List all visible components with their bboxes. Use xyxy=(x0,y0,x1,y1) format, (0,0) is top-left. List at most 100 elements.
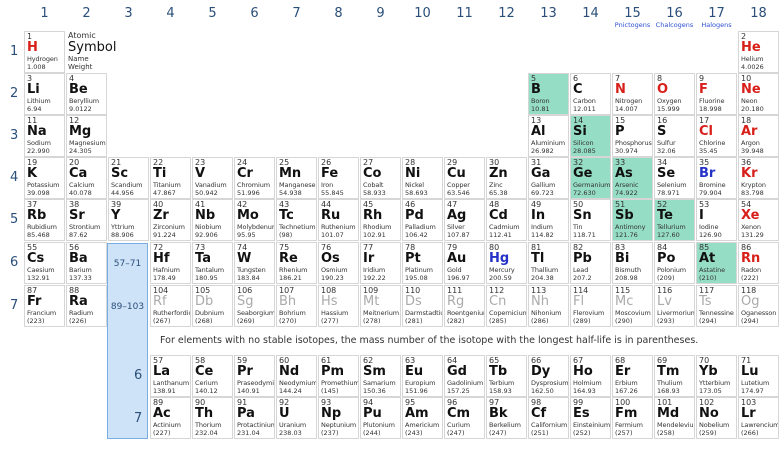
element-np[interactable]: 93 Np Neptunium (237) xyxy=(318,397,359,439)
element-pm[interactable]: 61 Pm Promethium (145) xyxy=(318,355,359,397)
element-pt[interactable]: 78 Pt Platinum 195.08 xyxy=(402,242,443,284)
element-ac[interactable]: 89 Ac Actinium (227) xyxy=(150,397,191,439)
element-re[interactable]: 75 Re Rhenium 186.21 xyxy=(276,242,317,284)
element-la[interactable]: 57 La Lanthanum 138.91 xyxy=(150,355,191,397)
element-gd[interactable]: 64 Gd Gadolinium 157.25 xyxy=(444,355,485,397)
element-cr[interactable]: 24 Cr Chromium 51.996 xyxy=(234,157,275,199)
element-ar[interactable]: 18 Ar Argon 39.948 xyxy=(738,115,779,157)
element-i[interactable]: 53 I Iodine 126.90 xyxy=(696,199,737,241)
element-mn[interactable]: 25 Mn Manganese 54.938 xyxy=(276,157,317,199)
element-he[interactable]: 2 He Helium 4.0026 xyxy=(738,31,779,73)
element-ne[interactable]: 10 Ne Neon 20.180 xyxy=(738,73,779,115)
element-w[interactable]: 74 W Tungsten 183.84 xyxy=(234,242,275,284)
element-ti[interactable]: 22 Ti Titanium 47.867 xyxy=(150,157,191,199)
element-ru[interactable]: 44 Ru Ruthenium 101.07 xyxy=(318,199,359,241)
element-te[interactable]: 52 Te Tellurium 127.60 xyxy=(654,199,695,241)
element-sc[interactable]: 21 Sc Scandium 44.956 xyxy=(108,157,149,199)
element-sr[interactable]: 38 Sr Strontium 87.62 xyxy=(66,199,107,241)
element-se[interactable]: 34 Se Selenium 78.971 xyxy=(654,157,695,199)
element-cs[interactable]: 55 Cs Caesium 132.91 xyxy=(24,242,65,284)
element-c[interactable]: 6 C Carbon 12.011 xyxy=(570,73,611,115)
element-bi[interactable]: 83 Bi Bismuth 208.98 xyxy=(612,242,653,284)
element-sb[interactable]: 51 Sb Antimony 121.76 xyxy=(612,199,653,241)
element-lr[interactable]: 103 Lr Lawrencium (266) xyxy=(738,397,779,439)
element-n[interactable]: 7 N Nitrogen 14.007 xyxy=(612,73,653,115)
element-fe[interactable]: 26 Fe Iron 55.845 xyxy=(318,157,359,199)
element-tl[interactable]: 81 Tl Thallium 204.38 xyxy=(528,242,569,284)
element-b[interactable]: 5 B Boron 10.81 xyxy=(528,73,569,115)
element-rh[interactable]: 45 Rh Rhodium 102.91 xyxy=(360,199,401,241)
element-o[interactable]: 8 O Oxygen 15.999 xyxy=(654,73,695,115)
element-rn[interactable]: 86 Rn Radon (222) xyxy=(738,242,779,284)
element-eu[interactable]: 63 Eu Europium 151.96 xyxy=(402,355,443,397)
element-po[interactable]: 84 Po Polonium (209) xyxy=(654,242,695,284)
element-sn[interactable]: 50 Sn Tin 118.71 xyxy=(570,199,611,241)
element-hg[interactable]: 80 Hg Mercury 200.59 xyxy=(486,242,527,284)
f-block-placeholder[interactable] xyxy=(107,243,148,439)
element-nd[interactable]: 60 Nd Neodymium 144.24 xyxy=(276,355,317,397)
element-ir[interactable]: 77 Ir Iridium 192.22 xyxy=(360,242,401,284)
element-ce[interactable]: 58 Ce Cerium 140.12 xyxy=(192,355,233,397)
element-cn[interactable]: 112 Cn Copernicium (285) xyxy=(486,285,527,327)
element-am[interactable]: 95 Am Americium (243) xyxy=(402,397,443,439)
element-ga[interactable]: 31 Ga Gallium 69.723 xyxy=(528,157,569,199)
element-p[interactable]: 15 P Phosphorus 30.974 xyxy=(612,115,653,157)
element-mo[interactable]: 42 Mo Molybdenum 95.95 xyxy=(234,199,275,241)
element-os[interactable]: 76 Os Osmium 190.23 xyxy=(318,242,359,284)
element-cl[interactable]: 17 Cl Chlorine 35.45 xyxy=(696,115,737,157)
element-k[interactable]: 19 K Potassium 39.098 xyxy=(24,157,65,199)
element-tc[interactable]: 43 Tc Technetium (98) xyxy=(276,199,317,241)
element-rf[interactable]: 104RfRutherfordium(267) xyxy=(150,285,191,327)
element-md[interactable]: 101MdMendelevium(258) xyxy=(654,397,695,439)
element-th[interactable]: 90 Th Thorium 232.04 xyxy=(192,397,233,439)
element-hf[interactable]: 72 Hf Hafnium 178.49 xyxy=(150,242,191,284)
element-ra[interactable]: 88 Ra Radium (226) xyxy=(66,285,107,327)
element-y[interactable]: 39 Y Yttrium 88.906 xyxy=(108,199,149,241)
element-lv[interactable]: 116 Lv Livermorium (293) xyxy=(654,285,695,327)
element-pa[interactable]: 91 Pa Protactinium 231.04 xyxy=(234,397,275,439)
element-zn[interactable]: 30 Zn Zinc 65.38 xyxy=(486,157,527,199)
element-sm[interactable]: 62 Sm Samarium 150.36 xyxy=(360,355,401,397)
element-ds[interactable]: 110DsDarmstadtium(281) xyxy=(402,285,443,327)
element-ta[interactable]: 73 Ta Tantalum 180.95 xyxy=(192,242,233,284)
element-bk[interactable]: 97 Bk Berkelium (247) xyxy=(486,397,527,439)
element-cu[interactable]: 29 Cu Copper 63.546 xyxy=(444,157,485,199)
element-br[interactable]: 35 Br Bromine 79.904 xyxy=(696,157,737,199)
element-yb[interactable]: 70 Yb Ytterbium 173.05 xyxy=(696,355,737,397)
element-na[interactable]: 11 Na Sodium 22.990 xyxy=(24,115,65,157)
element-nb[interactable]: 41 Nb Niobium 92.906 xyxy=(192,199,233,241)
element-at[interactable]: 85 At Astatine (210) xyxy=(696,242,737,284)
element-ba[interactable]: 56 Ba Barium 137.33 xyxy=(66,242,107,284)
element-pd[interactable]: 46 Pd Palladium 106.42 xyxy=(402,199,443,241)
element-pu[interactable]: 94 Pu Plutonium (244) xyxy=(360,397,401,439)
element-zr[interactable]: 40 Zr Zirconium 91.224 xyxy=(150,199,191,241)
element-cm[interactable]: 96 Cm Curium (247) xyxy=(444,397,485,439)
element-lu[interactable]: 71 Lu Lutetium 174.97 xyxy=(738,355,779,397)
element-dy[interactable]: 66 Dy Dysprosium 162.50 xyxy=(528,355,569,397)
element-tm[interactable]: 69 Tm Thulium 168.93 xyxy=(654,355,695,397)
element-tb[interactable]: 65 Tb Terbium 158.93 xyxy=(486,355,527,397)
element-u[interactable]: 92 U Uranium 238.03 xyxy=(276,397,317,439)
element-co[interactable]: 27 Co Cobalt 58.933 xyxy=(360,157,401,199)
element-fm[interactable]: 100 Fm Fermium (257) xyxy=(612,397,653,439)
element-no[interactable]: 102 No Nobelium (259) xyxy=(696,397,737,439)
element-li[interactable]: 3 Li Lithium 6.94 xyxy=(24,73,65,115)
element-si[interactable]: 14 Si Silicon 28.085 xyxy=(570,115,611,157)
element-mg[interactable]: 12 Mg Magnesium 24.305 xyxy=(66,115,107,157)
element-es[interactable]: 99 Es Einsteinium (252) xyxy=(570,397,611,439)
element-ni[interactable]: 28 Ni Nickel 58.693 xyxy=(402,157,443,199)
element-cd[interactable]: 48 Cd Cadmium 112.41 xyxy=(486,199,527,241)
element-ag[interactable]: 47 Ag Silver 107.87 xyxy=(444,199,485,241)
element-hs[interactable]: 108 Hs Hassium (277) xyxy=(318,285,359,327)
element-xe[interactable]: 54 Xe Xenon 131.29 xyxy=(738,199,779,241)
element-be[interactable]: 4 Be Beryllium 9.0122 xyxy=(66,73,107,115)
element-pr[interactable]: 59PrPraseodymium140.91 xyxy=(234,355,275,397)
element-as[interactable]: 33 As Arsenic 74.922 xyxy=(612,157,653,199)
element-ge[interactable]: 32 Ge Germanium 72.630 xyxy=(570,157,611,199)
element-rg[interactable]: 111RgRoentgenium(282) xyxy=(444,285,485,327)
element-ho[interactable]: 67 Ho Holmium 164.93 xyxy=(570,355,611,397)
element-al[interactable]: 13 Al Aluminium 26.982 xyxy=(528,115,569,157)
element-h[interactable]: 1 H Hydrogen 1.008 xyxy=(24,31,65,73)
element-v[interactable]: 23 V Vanadium 50.942 xyxy=(192,157,233,199)
element-kr[interactable]: 36 Kr Krypton 83.798 xyxy=(738,157,779,199)
